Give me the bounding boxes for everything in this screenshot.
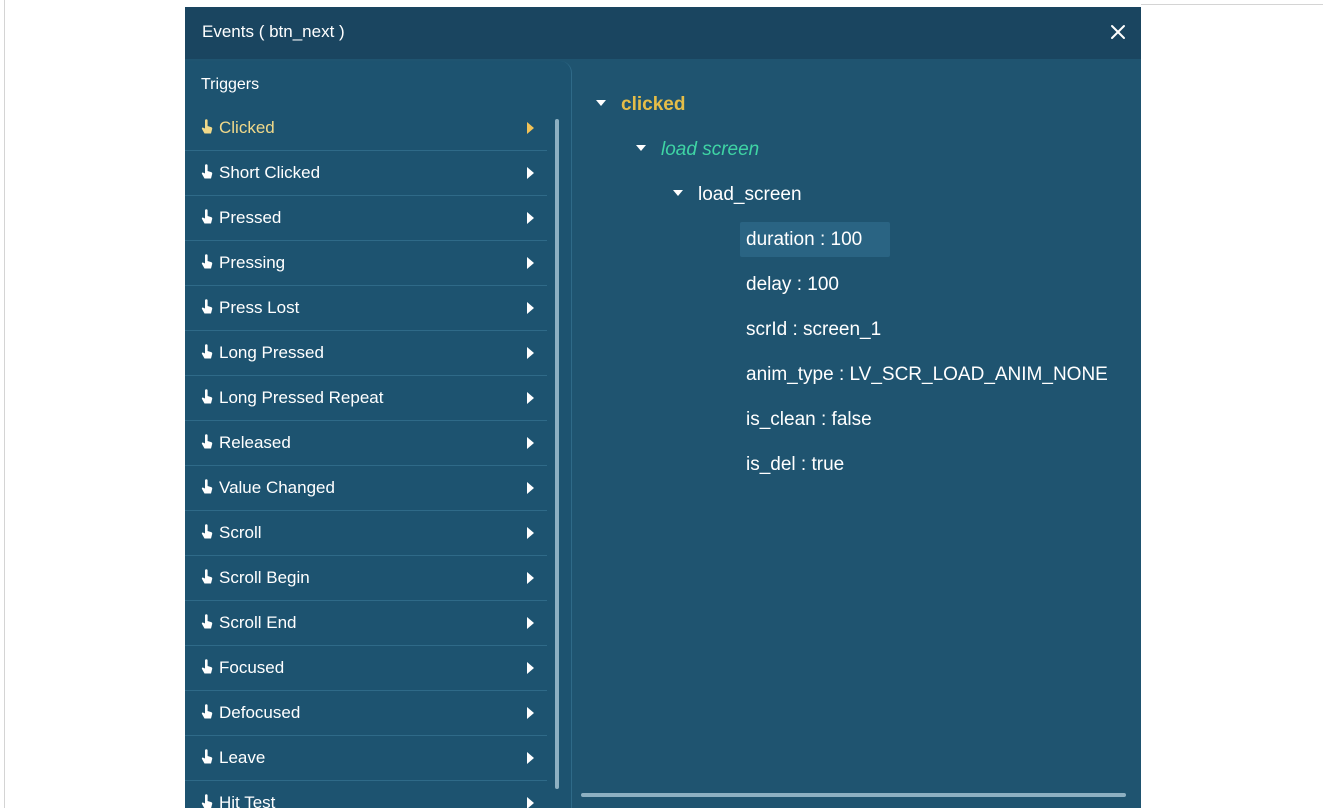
expand-arrow-icon bbox=[527, 257, 534, 269]
trigger-label: Scroll bbox=[219, 523, 262, 542]
trigger-item-value-changed[interactable]: Value Changed bbox=[185, 466, 547, 511]
trigger-label: Hit Test bbox=[219, 793, 276, 808]
expand-arrow-icon bbox=[527, 302, 534, 314]
vertical-scrollbar[interactable] bbox=[555, 119, 559, 789]
expand-arrow-icon bbox=[527, 347, 534, 359]
tree-property[interactable]: duration : 100 bbox=[746, 229, 862, 251]
tree-property[interactable]: delay : 100 bbox=[746, 274, 839, 296]
close-icon bbox=[1111, 25, 1125, 39]
tree-property[interactable]: is_del : true bbox=[746, 454, 844, 476]
tree-node-event[interactable]: clicked bbox=[596, 94, 685, 116]
trigger-item-released[interactable]: Released bbox=[185, 421, 547, 466]
tree-property[interactable]: anim_type : LV_SCR_LOAD_ANIM_NONE bbox=[746, 364, 1108, 386]
events-dialog: Events ( btn_next ) Triggers Clicked Sho… bbox=[185, 7, 1141, 808]
trigger-item-long-pressed-repeat[interactable]: Long Pressed Repeat bbox=[185, 376, 547, 421]
expand-arrow-icon bbox=[527, 482, 534, 494]
trigger-label: Short Clicked bbox=[219, 163, 321, 182]
pointer-hand-icon bbox=[201, 299, 213, 314]
background-frame-line bbox=[4, 0, 5, 808]
triggers-header: Triggers bbox=[201, 76, 260, 93]
tree-node-function[interactable]: load_screen bbox=[673, 184, 802, 206]
expand-arrow-icon bbox=[527, 392, 534, 404]
expand-arrow-icon bbox=[527, 167, 534, 179]
expand-arrow-icon bbox=[527, 662, 534, 674]
trigger-item-scroll[interactable]: Scroll bbox=[185, 511, 547, 556]
dialog-titlebar: Events ( btn_next ) bbox=[185, 7, 1141, 59]
pointer-hand-icon bbox=[201, 164, 213, 179]
tree-node-event-label: clicked bbox=[621, 94, 686, 115]
tree-property[interactable]: scrId : screen_1 bbox=[746, 319, 881, 341]
dialog-title: Events ( btn_next ) bbox=[202, 22, 345, 41]
trigger-label: Focused bbox=[219, 658, 285, 677]
caret-down-icon bbox=[673, 189, 683, 196]
pointer-hand-icon bbox=[201, 659, 213, 674]
trigger-item-short-clicked[interactable]: Short Clicked bbox=[185, 151, 547, 196]
trigger-label: Pressed bbox=[219, 208, 282, 227]
pointer-hand-icon bbox=[201, 479, 213, 494]
tree-node-action[interactable]: load screen bbox=[636, 139, 759, 161]
caret-down-icon bbox=[636, 144, 646, 151]
trigger-label: Defocused bbox=[219, 703, 301, 722]
pointer-hand-icon bbox=[201, 389, 213, 404]
trigger-item-clicked[interactable]: Clicked bbox=[185, 106, 547, 151]
trigger-label: Press Lost bbox=[219, 298, 300, 317]
expand-arrow-icon bbox=[527, 572, 534, 584]
caret-down-icon bbox=[596, 99, 606, 106]
trigger-label: Leave bbox=[219, 748, 266, 767]
trigger-label: Released bbox=[219, 433, 291, 452]
expand-arrow-icon bbox=[527, 617, 534, 629]
expand-arrow-icon bbox=[527, 212, 534, 224]
pointer-hand-icon bbox=[201, 344, 213, 359]
trigger-item-scroll-begin[interactable]: Scroll Begin bbox=[185, 556, 547, 601]
trigger-item-scroll-end[interactable]: Scroll End bbox=[185, 601, 547, 646]
close-button[interactable] bbox=[1103, 17, 1133, 47]
expand-arrow-icon bbox=[527, 797, 534, 808]
trigger-item-defocused[interactable]: Defocused bbox=[185, 691, 547, 736]
triggers-panel: Triggers Clicked Short Clicked Pressed P… bbox=[185, 61, 572, 808]
trigger-item-hit-test[interactable]: Hit Test bbox=[185, 781, 547, 808]
expand-arrow-icon bbox=[527, 437, 534, 449]
expand-arrow-icon bbox=[527, 527, 534, 539]
trigger-item-focused[interactable]: Focused bbox=[185, 646, 547, 691]
pointer-hand-icon bbox=[201, 209, 213, 224]
horizontal-scrollbar[interactable] bbox=[581, 793, 1126, 797]
trigger-list: Clicked Short Clicked Pressed Pressing P bbox=[185, 106, 547, 808]
tree-node-function-label: load_screen bbox=[698, 184, 802, 205]
expand-arrow-icon bbox=[527, 707, 534, 719]
pointer-hand-icon bbox=[201, 569, 213, 584]
trigger-label: Long Pressed Repeat bbox=[219, 388, 384, 407]
expand-arrow-icon bbox=[527, 122, 534, 134]
trigger-label: Pressing bbox=[219, 253, 286, 272]
pointer-hand-icon bbox=[201, 524, 213, 539]
tree-node-action-label: load screen bbox=[661, 139, 760, 160]
expand-arrow-icon bbox=[527, 752, 534, 764]
pointer-hand-icon bbox=[201, 254, 213, 269]
background-frame-line bbox=[1141, 4, 1323, 5]
trigger-label: Clicked bbox=[219, 118, 275, 137]
trigger-label: Long Pressed bbox=[219, 343, 324, 362]
pointer-hand-icon bbox=[201, 434, 213, 449]
trigger-label: Value Changed bbox=[219, 478, 335, 497]
trigger-item-leave[interactable]: Leave bbox=[185, 736, 547, 781]
trigger-label: Scroll End bbox=[219, 613, 297, 632]
event-tree-panel: clicked load screen load_screen duration… bbox=[573, 61, 1141, 808]
pointer-hand-icon bbox=[201, 119, 213, 134]
trigger-label: Scroll Begin bbox=[219, 568, 310, 587]
tree-property[interactable]: is_clean : false bbox=[746, 409, 872, 431]
trigger-item-pressing[interactable]: Pressing bbox=[185, 241, 547, 286]
pointer-hand-icon bbox=[201, 614, 213, 629]
trigger-item-press-lost[interactable]: Press Lost bbox=[185, 286, 547, 331]
pointer-hand-icon bbox=[201, 794, 213, 808]
pointer-hand-icon bbox=[201, 704, 213, 719]
trigger-item-long-pressed[interactable]: Long Pressed bbox=[185, 331, 547, 376]
trigger-item-pressed[interactable]: Pressed bbox=[185, 196, 547, 241]
pointer-hand-icon bbox=[201, 749, 213, 764]
